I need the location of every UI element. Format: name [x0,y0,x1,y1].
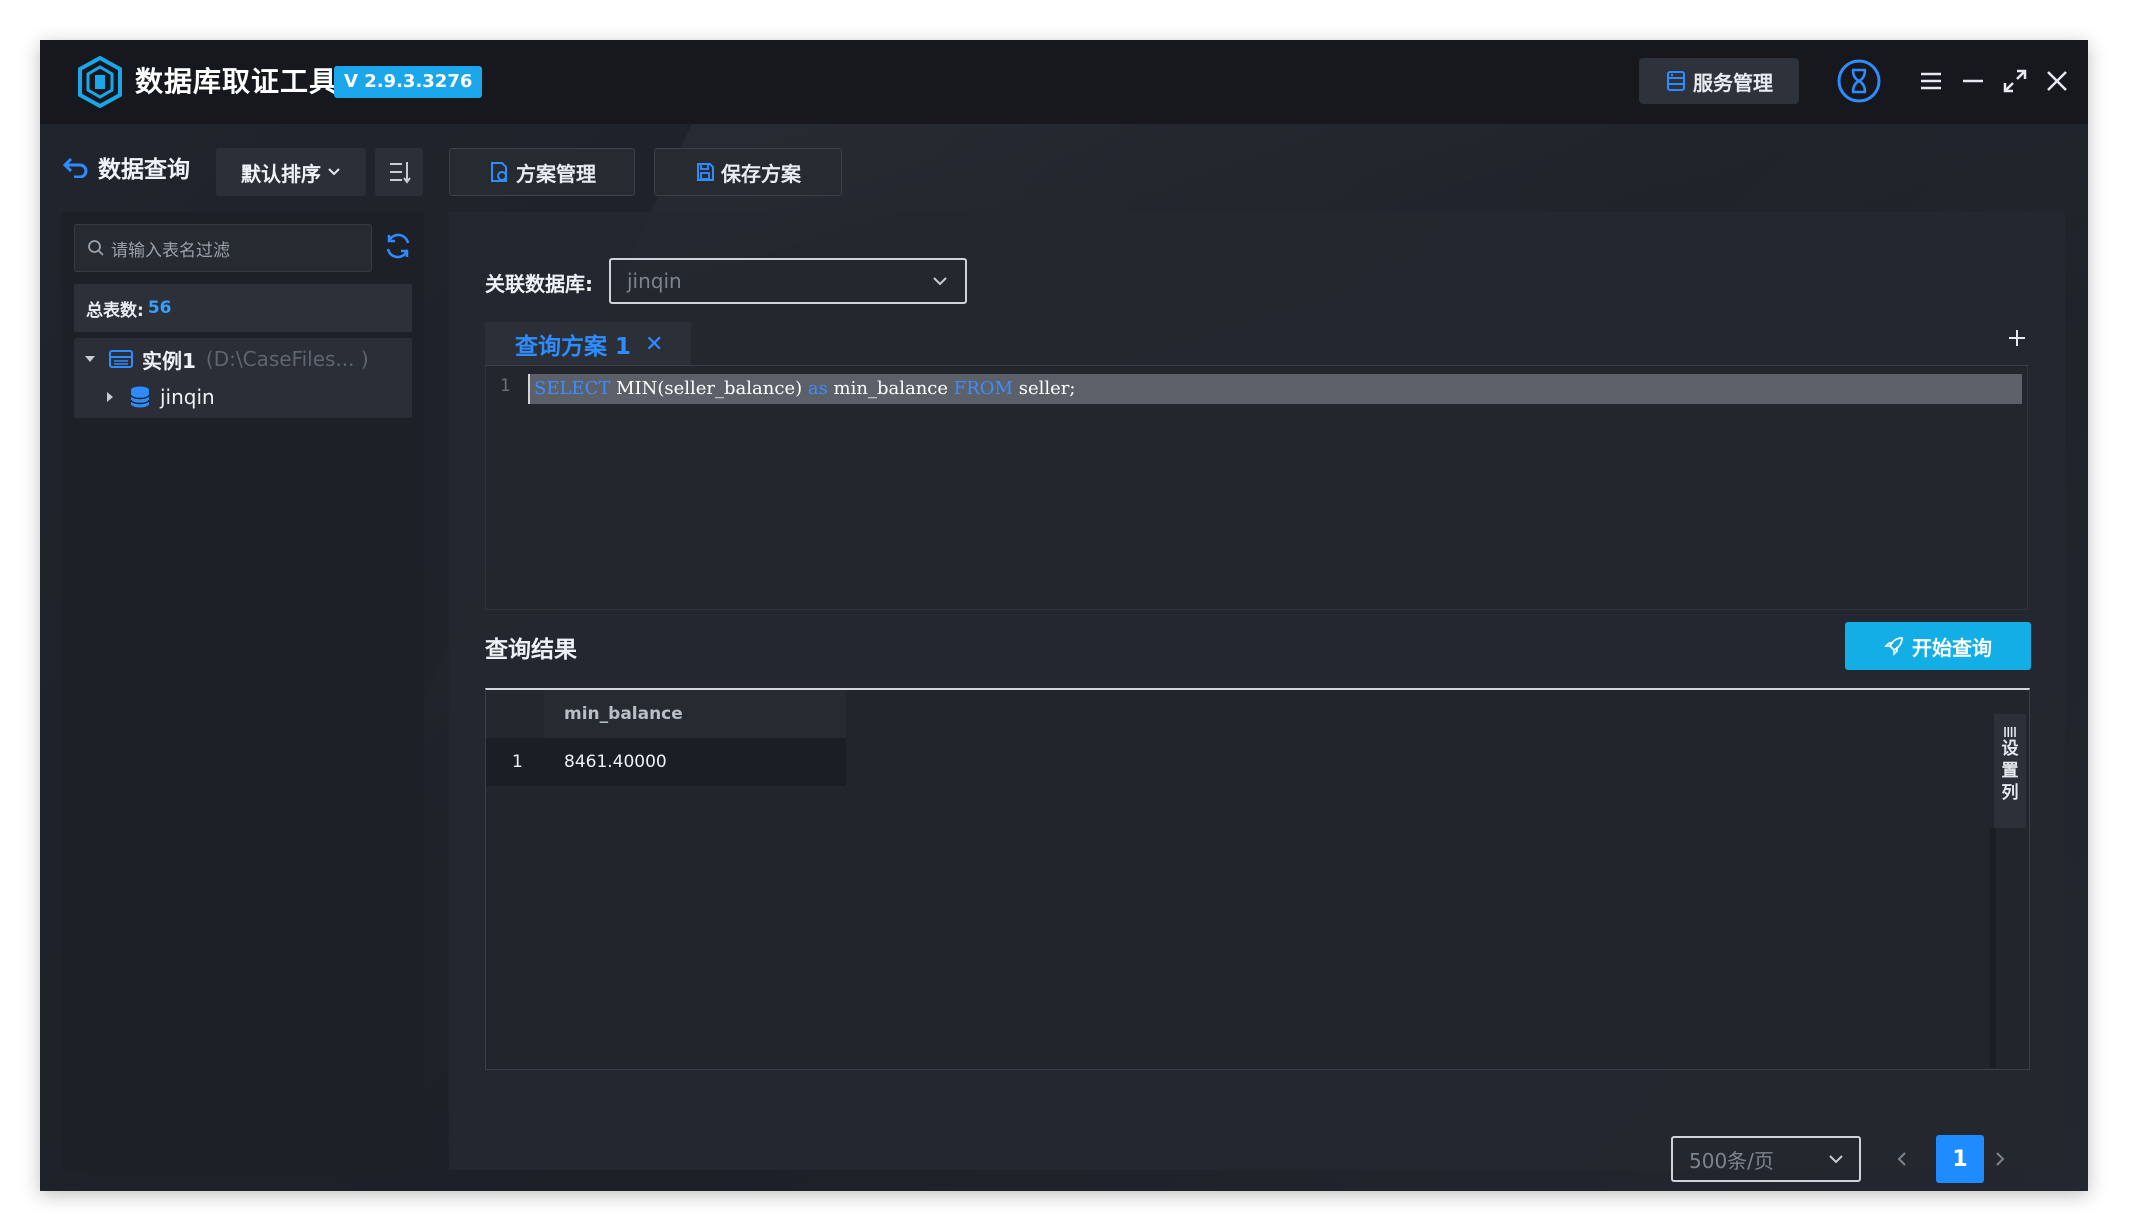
database-select[interactable]: jinqin [609,258,967,304]
sql-editor[interactable]: 1 SELECT MIN(seller_balance) as min_bala… [485,366,2028,610]
chevron-down-icon [933,277,947,286]
next-page-icon[interactable] [1987,1146,2013,1172]
start-query-label: 开始查询 [1912,635,1992,660]
index-header [486,690,544,738]
tab-label: 查询方案 1 [515,334,632,360]
line-number: 1 [500,376,511,396]
service-management-button[interactable]: 服务管理 [1639,58,1799,104]
plan-manage-label: 方案管理 [516,161,596,186]
table-tree-panel: 请输入表名过滤 总表数: 56 实例1 (D:\CaseFiles...) j… [62,212,424,1170]
save-plan-label: 保存方案 [721,161,801,186]
total-tables: 总表数: 56 [74,284,412,332]
col-settings-char-2: 置 [2001,761,2019,781]
caret-right-icon [107,392,113,402]
sql-text-2: min_balance [827,378,954,399]
sql-code-line[interactable]: SELECT MIN(seller_balance) as min_balanc… [530,374,2022,404]
search-icon [88,240,104,256]
sql-keyword-from: FROM [953,378,1013,399]
app-window: 数据库取证工具 V 2.9.3.3276 服务管理 数据查询 默认排序 方案管理… [40,40,2088,1191]
instance-icon [109,350,133,368]
tree-item-database[interactable]: jinqin [104,378,215,416]
total-tables-value: 56 [147,298,172,318]
collapse-tree-button[interactable] [375,148,423,196]
app-logo-icon [78,56,122,108]
instance-tree: 实例1 (D:\CaseFiles... ) jinqin [74,338,412,418]
tree-item-instance[interactable]: 实例1 (D:\CaseFiles... ) [82,340,369,378]
sort-dropdown[interactable]: 默认排序 [216,148,366,196]
refresh-icon[interactable] [382,230,414,262]
chevron-down-icon [1829,1155,1843,1164]
row-index: 1 [512,752,523,772]
start-query-button[interactable]: 开始查询 [1845,622,2031,670]
instance-name: 实例1 [142,348,196,373]
cell-min-balance[interactable]: 8461.40000 [564,752,667,772]
title-bar: 数据库取证工具 V 2.9.3.3276 服务管理 [40,40,2088,124]
column-settings-button[interactable]: 设 置 列 [1994,714,2026,828]
caret-down-icon [85,356,95,362]
sql-text-1: MIN(seller_balance) [610,378,808,399]
table-filter-input[interactable]: 请输入表名过滤 [74,224,372,272]
column-header-min-balance[interactable]: min_balance [564,704,683,724]
database-select-value: jinqin [627,269,682,293]
database-name: jinqin [160,385,215,409]
prev-page-icon[interactable] [1889,1146,1915,1172]
result-title: 查询结果 [485,637,577,663]
service-management-label: 服务管理 [1693,70,1773,95]
sql-text-3: seller; [1013,378,1076,399]
col-settings-char-3: 列 [2001,783,2019,803]
version-badge: V 2.9.3.3276 [334,66,483,98]
add-tab-icon[interactable] [2005,326,2029,350]
result-grid: min_balance 1 8461.40000 设 置 列 [485,688,2030,1070]
col-settings-char-1: 设 [2001,739,2019,759]
db-label: 关联数据库: [485,272,593,296]
instance-path: (D:\CaseFiles... ) [205,347,369,371]
query-panel: 关联数据库: jinqin 查询方案 1 ✕ 1 SELECT MIN(sell… [449,212,2065,1183]
table-row[interactable]: 1 8461.40000 [486,738,846,786]
filter-placeholder: 请输入表名过滤 [111,240,230,261]
collapse-icon [390,162,411,184]
save-plan-button[interactable]: 保存方案 [654,148,842,196]
rocket-icon [1884,637,1903,656]
maximize-icon[interactable] [2000,66,2030,96]
tab-close-icon[interactable]: ✕ [645,332,663,357]
sql-keyword-select: SELECT [534,378,611,399]
vertical-scrollbar[interactable] [1990,828,1996,1068]
sql-keyword-as: as [807,378,828,399]
back-to-query-button[interactable]: 数据查询 [62,150,190,184]
grid-header: min_balance [486,690,846,738]
page-number-current[interactable]: 1 [1936,1135,1984,1183]
text-cursor [528,374,530,404]
chevron-down-icon [328,168,340,176]
plan-file-icon [491,162,507,182]
columns-icon [2004,727,2016,737]
page-size-value: 500条/页 [1689,1148,1774,1173]
minimize-icon[interactable] [1958,66,1988,96]
database-icon [130,386,150,408]
app-title: 数据库取证工具 [135,65,339,98]
back-arrow-icon [62,157,88,178]
page-size-select[interactable]: 500条/页 [1671,1136,1861,1182]
menu-icon[interactable] [1916,66,1946,96]
close-icon[interactable] [2042,66,2072,96]
total-tables-label: 总表数: [86,300,144,321]
page-title: 数据查询 [98,157,190,183]
save-icon [697,163,714,181]
server-icon [1667,71,1685,91]
tab-query-plan-1[interactable]: 查询方案 1 ✕ [485,322,691,366]
sort-label: 默认排序 [241,161,321,186]
user-avatar-icon[interactable] [1836,58,1882,104]
plan-manage-button[interactable]: 方案管理 [449,148,635,196]
